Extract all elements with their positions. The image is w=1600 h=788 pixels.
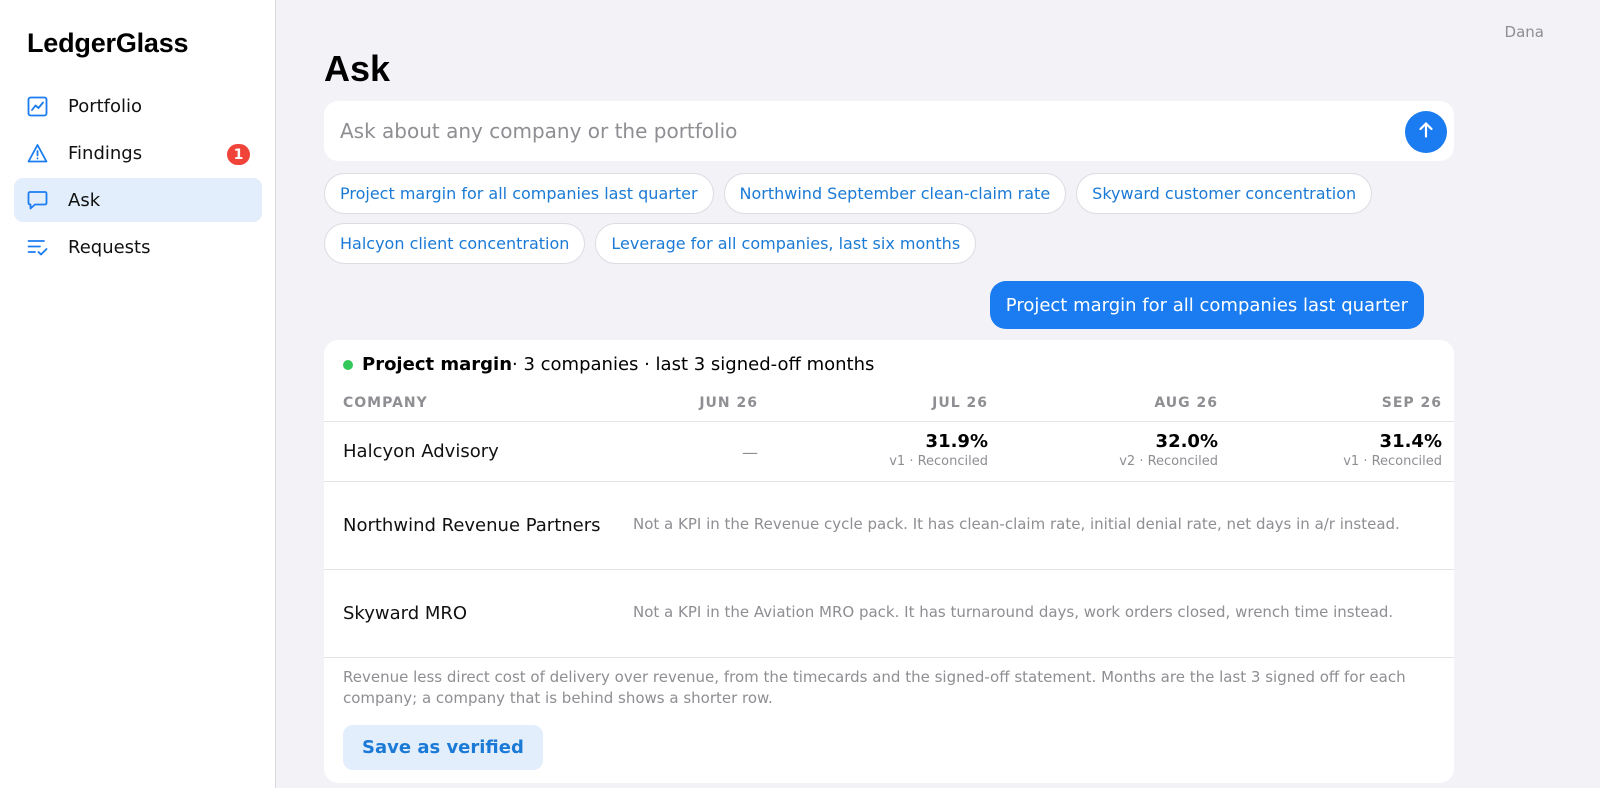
ask-input-box [324,101,1454,161]
status-dot [343,359,353,370]
company-name: Skyward MRO [343,603,468,624]
empty-cell: — [742,443,758,462]
chat-bubble-icon [27,190,48,211]
sidebar-nav: Portfolio Findings 1 Ask Requests [14,84,262,272]
sidebar-item-portfolio[interactable]: Portfolio [14,84,262,128]
value-cell: 32.0% v2 · Reconciled [1119,431,1218,469]
list-check-icon [27,237,48,258]
suggestion-chip[interactable]: Halcyon client concentration [324,223,586,264]
table-row: Skyward MRO Not a KPI in the Aviation MR… [324,570,1454,657]
sidebar: LedgerGlass Portfolio Findings 1 Ask Req… [0,0,276,788]
kpi-value: 31.4% [1379,431,1442,452]
sidebar-item-requests[interactable]: Requests [14,225,262,269]
search-input[interactable] [324,101,1374,161]
result-metric: Project margin [362,354,513,375]
kpi-value: 32.0% [1155,431,1218,452]
column-header-aug: AUG 26 [1154,395,1218,411]
save-as-verified-button[interactable]: Save as verified [343,725,543,770]
warning-triangle-icon [27,143,48,164]
value-cell: 31.9% v1 · Reconciled [889,431,988,469]
not-applicable-note: Not a KPI in the Aviation MRO pack. It h… [633,603,1394,621]
company-name: Halcyon Advisory [343,441,499,462]
suggestion-chips: Project margin for all companies last qu… [324,173,1464,273]
arrow-up-icon [1416,120,1436,144]
suggestion-chip[interactable]: Northwind September clean-claim rate [723,173,1067,214]
sidebar-item-label: Ask [68,189,101,211]
user-name[interactable]: Dana [1505,23,1544,41]
result-header: Project margin · 3 companies · last 3 si… [343,354,874,375]
suggestion-chip[interactable]: Leverage for all companies, last six mon… [595,223,977,264]
suggestion-chip[interactable]: Skyward customer concentration [1076,173,1373,214]
sidebar-item-label: Portfolio [68,95,143,117]
kpi-version: v1 · Reconciled [1343,454,1442,469]
divider [324,657,1454,658]
sidebar-item-label: Requests [68,236,151,258]
value-cell: 31.4% v1 · Reconciled [1343,431,1442,469]
column-header-sep: SEP 26 [1381,395,1442,411]
result-card: Project margin · 3 companies · last 3 si… [324,340,1454,783]
table-row: Halcyon Advisory — 31.9% v1 · Reconciled… [324,422,1454,481]
send-button[interactable] [1405,111,1447,153]
findings-count-badge: 1 [227,144,250,165]
not-applicable-note: Not a KPI in the Revenue cycle pack. It … [633,515,1400,533]
chart-line-icon [27,96,48,117]
suggestion-chip[interactable]: Project margin for all companies last qu… [324,173,714,214]
column-header-jun: JUN 26 [699,395,758,411]
sidebar-item-findings[interactable]: Findings 1 [14,131,262,175]
app-logo: LedgerGlass [27,28,189,58]
page-title: Ask [324,48,391,89]
column-header-jul: JUL 26 [932,395,988,411]
result-footnote: Revenue less direct cost of delivery ove… [343,668,1406,707]
kpi-version: v1 · Reconciled [889,454,988,469]
sidebar-item-ask[interactable]: Ask [14,178,262,222]
main-content: Dana Ask Project margin for all companie… [277,0,1600,788]
user-query-bubble: Project margin for all companies last qu… [989,281,1424,329]
column-header-company: COMPANY [343,395,428,411]
kpi-version: v2 · Reconciled [1119,454,1218,469]
company-name: Northwind Revenue Partners [343,515,601,536]
kpi-value: 31.9% [925,431,988,452]
table-row: Northwind Revenue Partners Not a KPI in … [324,482,1454,569]
sidebar-item-label: Findings [68,142,143,164]
result-summary: · 3 companies · last 3 signed-off months [512,354,875,375]
